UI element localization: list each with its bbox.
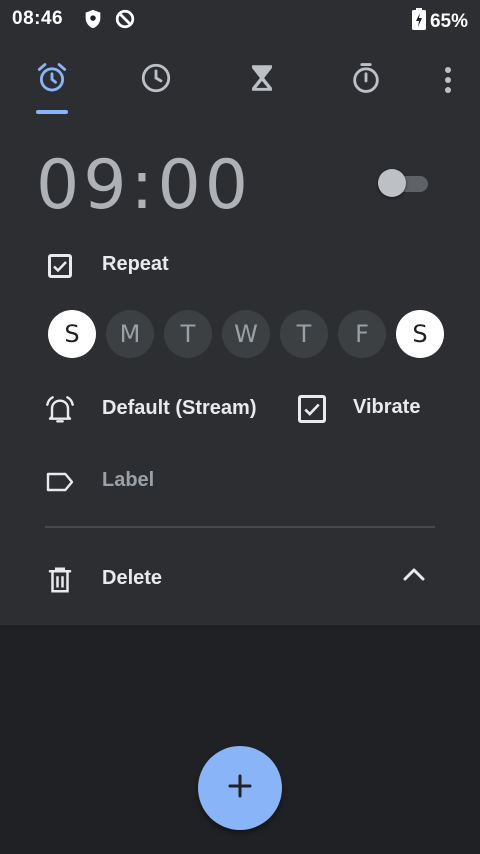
battery-indicator: 65% (411, 8, 468, 36)
battery-charging-icon (411, 8, 426, 36)
vibrate-checkbox[interactable] (298, 395, 326, 423)
alarm-icon (35, 61, 69, 100)
checkbox-checked-icon (48, 254, 72, 278)
label-placeholder: Label (102, 469, 155, 491)
vibrate-option[interactable]: Vibrate (296, 383, 456, 431)
day-sunday[interactable]: S (48, 310, 96, 358)
alarm-enable-toggle[interactable] (378, 169, 428, 197)
clock-app-screen: 08:46 65% 09:00 Repeat S M T W T F S Def… (0, 0, 480, 854)
add-alarm-button[interactable] (198, 746, 282, 830)
more-vert-icon (444, 66, 452, 99)
collapse-button[interactable] (400, 562, 428, 590)
toggle-thumb (378, 169, 406, 197)
day-friday[interactable]: F (338, 310, 386, 358)
label-row[interactable]: Label (0, 456, 480, 504)
shield-icon (82, 8, 104, 30)
chevron-up-icon (403, 567, 425, 586)
day-tuesday[interactable]: T (164, 310, 212, 358)
stopwatch-icon (349, 61, 383, 100)
divider (45, 526, 435, 528)
delete-row[interactable]: Delete (0, 554, 300, 602)
tab-alarm[interactable] (28, 56, 76, 104)
vibrate-label: Vibrate (353, 396, 421, 418)
ringtone-row[interactable]: Default (Stream) (0, 384, 280, 432)
day-thursday[interactable]: T (280, 310, 328, 358)
tab-timer[interactable] (238, 56, 286, 104)
status-time: 08:46 (12, 8, 64, 29)
tab-stopwatch[interactable] (342, 56, 390, 104)
day-saturday[interactable]: S (396, 310, 444, 358)
selected-tab-indicator (36, 110, 68, 114)
alarm-time[interactable]: 09:00 (36, 146, 252, 225)
tab-clock[interactable] (132, 56, 180, 104)
plus-icon (227, 773, 253, 804)
label-tag-icon (44, 466, 76, 498)
data-saver-icon (114, 8, 136, 30)
tab-bar (0, 56, 480, 116)
repeat-checkbox[interactable] (44, 250, 76, 282)
day-monday[interactable]: M (106, 310, 154, 358)
status-bar: 08:46 65% (0, 0, 480, 38)
repeat-label: Repeat (102, 253, 169, 275)
repeat-row[interactable]: Repeat (0, 240, 480, 288)
delete-label: Delete (102, 567, 163, 589)
clock-icon (139, 61, 173, 100)
overflow-menu-button[interactable] (430, 64, 466, 100)
battery-percent: 65% (429, 11, 468, 32)
day-wednesday[interactable]: W (222, 310, 270, 358)
hourglass-icon (245, 61, 279, 100)
trash-icon (44, 564, 76, 596)
ringtone-label: Default (Stream) (102, 397, 257, 419)
day-selector: S M T W T F S (46, 310, 446, 360)
alarm-bell-icon (44, 394, 76, 426)
